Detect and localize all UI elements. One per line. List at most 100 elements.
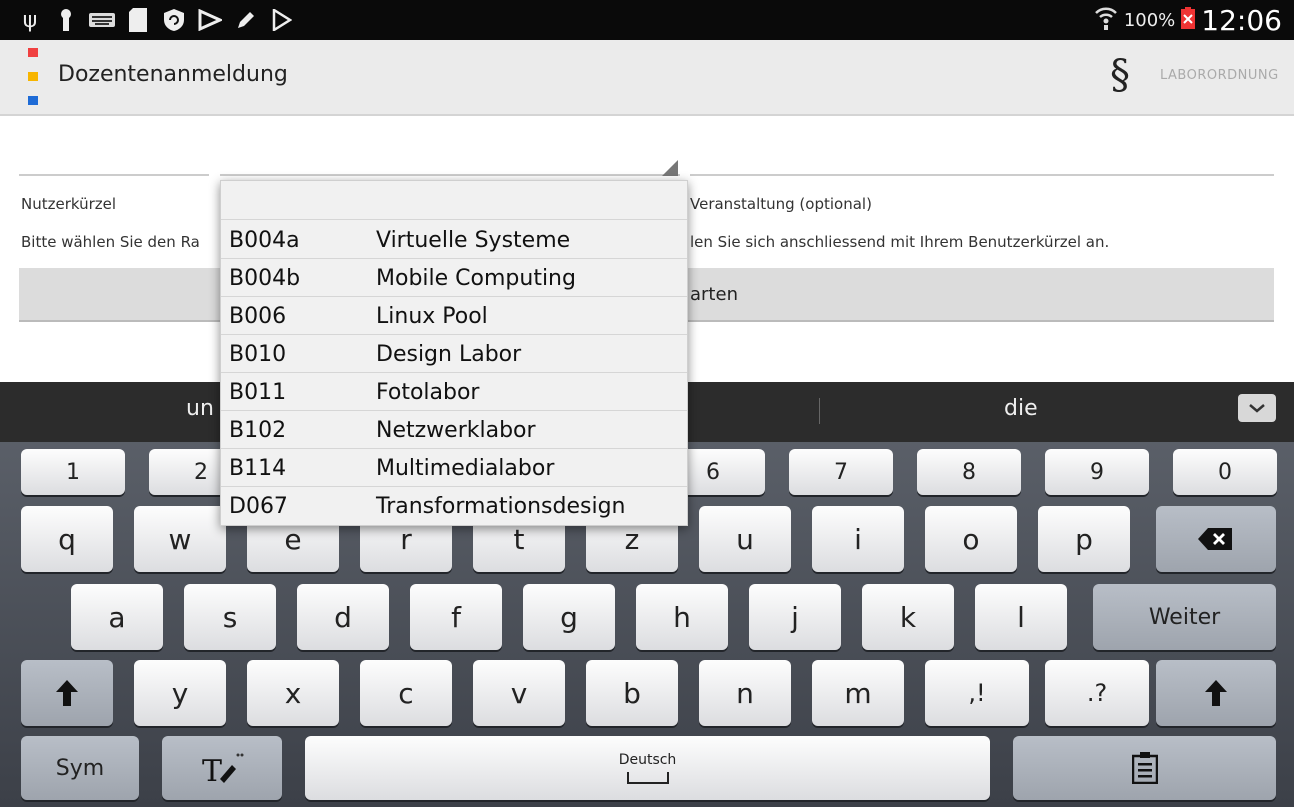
key-7[interactable]: 7 <box>789 449 893 495</box>
chevron-down-icon <box>1249 404 1265 413</box>
veranstaltung-label: Veranstaltung (optional) <box>690 195 872 213</box>
room-option[interactable]: B010 Design Labor <box>221 334 687 373</box>
key-q[interactable]: q <box>21 506 113 572</box>
key-u[interactable]: u <box>699 506 791 572</box>
app-title: Dozentenanmeldung <box>58 62 288 87</box>
key-n[interactable]: n <box>699 660 791 726</box>
handwriting-key[interactable]: T <box>162 736 282 800</box>
room-option[interactable]: D067 Transformationsdesign <box>221 486 687 524</box>
room-name: Design Labor <box>376 342 522 367</box>
status-bar: ψ 100% 12:06 <box>0 0 1294 40</box>
key-c[interactable]: c <box>360 660 452 726</box>
shield-sync-icon <box>156 6 192 34</box>
key-x[interactable]: x <box>247 660 339 726</box>
backspace-icon <box>1198 528 1232 550</box>
room-option[interactable]: B004b Mobile Computing <box>221 258 687 297</box>
room-option[interactable]: B114 Multimedialabor <box>221 448 687 487</box>
shift-arrow-icon <box>56 680 78 706</box>
battery-percent: 100% <box>1123 9 1176 31</box>
room-name: Multimedialabor <box>376 456 555 481</box>
keyhole-icon <box>48 6 84 34</box>
key-s[interactable]: s <box>184 584 276 650</box>
room-code: B004b <box>229 266 301 291</box>
space-language-label: Deutsch <box>618 752 677 768</box>
room-name: Linux Pool <box>376 304 488 329</box>
sd-card-icon <box>120 6 156 34</box>
sym-key[interactable]: Sym <box>21 736 139 800</box>
backspace-key[interactable] <box>1156 506 1276 572</box>
clipboard-icon <box>1131 752 1158 784</box>
key-g[interactable]: g <box>523 584 615 650</box>
key-8[interactable]: 8 <box>917 449 1021 495</box>
key-w[interactable]: w <box>134 506 226 572</box>
key-y[interactable]: y <box>134 660 226 726</box>
key-f[interactable]: f <box>410 584 502 650</box>
handwriting-pen-icon: T <box>202 753 244 785</box>
key-1[interactable]: 1 <box>21 449 125 495</box>
shift-key-right[interactable] <box>1156 660 1276 726</box>
key-h[interactable]: h <box>636 584 728 650</box>
nutzer-label: Nutzerkürzel <box>21 195 117 213</box>
enter-key[interactable]: Weiter <box>1093 584 1276 650</box>
room-name: Virtuelle Systeme <box>376 228 571 253</box>
room-code: B010 <box>229 342 287 367</box>
space-key[interactable]: Deutsch <box>305 736 990 800</box>
key-a[interactable]: a <box>71 584 163 650</box>
room-option[interactable]: B011 Fotolabor <box>221 372 687 411</box>
key-d[interactable]: d <box>297 584 389 650</box>
keyboard-icon <box>84 6 120 34</box>
dropdown-empty-option[interactable] <box>221 181 687 220</box>
usb-icon: ψ <box>22 7 38 33</box>
key-l[interactable]: l <box>975 584 1067 650</box>
room-dropdown: B004a Virtuelle Systeme B004b Mobile Com… <box>220 180 688 526</box>
status-right: 100% 12:06 <box>1094 3 1282 37</box>
key-period[interactable]: .? <box>1045 660 1149 726</box>
suggestion-left[interactable]: un <box>186 396 214 421</box>
key-m[interactable]: m <box>812 660 904 726</box>
key-v[interactable]: v <box>473 660 565 726</box>
laborordnung-button[interactable]: LABORORDNUNG <box>1160 68 1279 83</box>
room-code: B006 <box>229 304 287 329</box>
wifi-icon <box>1094 5 1118 35</box>
veranstaltung-input[interactable] <box>690 174 1274 176</box>
room-spinner[interactable] <box>220 174 680 176</box>
spinner-caret-icon <box>662 160 678 176</box>
notification-icons: ψ <box>12 6 300 34</box>
edit-icon <box>228 6 264 34</box>
shift-arrow-icon <box>1205 680 1227 706</box>
room-code: B102 <box>229 418 287 443</box>
key-comma[interactable]: ,! <box>925 660 1029 726</box>
space-bar-icon <box>626 772 669 784</box>
room-name: Netzwerklabor <box>376 418 536 443</box>
key-i[interactable]: i <box>812 506 904 572</box>
instruction-text-right: len Sie sich anschliessend mit Ihrem Ben… <box>690 233 1110 251</box>
clipboard-key[interactable] <box>1013 736 1276 800</box>
key-9[interactable]: 9 <box>1045 449 1149 495</box>
key-j[interactable]: j <box>749 584 841 650</box>
room-name: Mobile Computing <box>376 266 576 291</box>
key-o[interactable]: o <box>925 506 1017 572</box>
room-option[interactable]: B006 Linux Pool <box>221 296 687 335</box>
app-bar: Dozentenanmeldung § LABORORDNUNG <box>0 40 1294 116</box>
download-check-icon <box>192 6 228 34</box>
key-p[interactable]: p <box>1038 506 1130 572</box>
svg-text:T: T <box>202 754 222 785</box>
app-logo-icon <box>28 48 40 108</box>
nutzer-input[interactable] <box>19 174 209 176</box>
suggestion-right[interactable]: die <box>1004 396 1038 421</box>
room-code: B011 <box>229 380 287 405</box>
key-k[interactable]: k <box>862 584 954 650</box>
clock: 12:06 <box>1201 3 1282 37</box>
key-0[interactable]: 0 <box>1173 449 1277 495</box>
collapse-suggestions-button[interactable] <box>1238 394 1276 422</box>
battery-icon <box>1181 7 1196 33</box>
room-name: Transformationsdesign <box>376 494 626 519</box>
shift-key-left[interactable] <box>21 660 113 726</box>
room-option[interactable]: B004a Virtuelle Systeme <box>221 220 687 259</box>
paragraph-icon[interactable]: § <box>1110 52 1130 98</box>
instruction-text-left: Bitte wählen Sie den Ra <box>21 233 200 251</box>
room-name: Fotolabor <box>376 380 480 405</box>
suggestion-divider <box>819 398 820 424</box>
key-b[interactable]: b <box>586 660 678 726</box>
room-option[interactable]: B102 Netzwerklabor <box>221 410 687 449</box>
